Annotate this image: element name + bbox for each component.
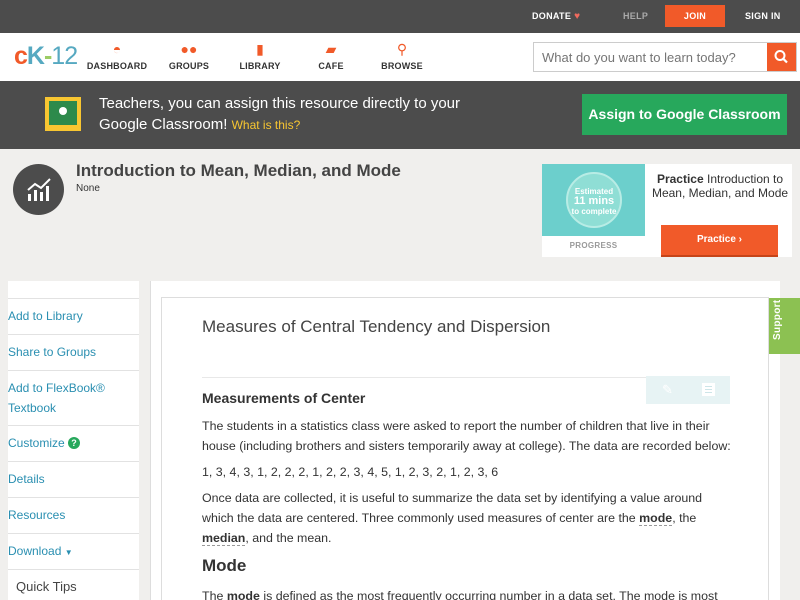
nav-groups[interactable]: ●● GROUPS xyxy=(154,41,224,71)
sidebar-divider xyxy=(8,569,139,570)
google-classroom-icon xyxy=(45,97,81,131)
chevron-right-icon: › xyxy=(738,234,743,245)
sidebar-divider xyxy=(8,461,139,462)
practice-card: Estimated 11 mins to complete PROGRESS P… xyxy=(542,164,792,257)
library-icon: ▮ xyxy=(256,41,264,57)
search-box xyxy=(533,42,797,72)
page-title: Introduction to Mean, Median, and Mode xyxy=(76,161,401,180)
sidebar-divider xyxy=(8,497,139,498)
sidebar-item-share-to-groups[interactable]: Share to Groups xyxy=(8,342,131,362)
quick-tips-heading[interactable]: Quick Tips xyxy=(16,579,77,594)
section-heading: Mode xyxy=(202,556,247,575)
sidebar-item-add-to-library[interactable]: Add to Library xyxy=(8,306,131,326)
divider xyxy=(202,377,646,378)
ck12-logo[interactable]: cK-12 xyxy=(14,42,78,71)
sidebar-divider xyxy=(8,370,139,371)
chart-trend-icon xyxy=(27,178,51,201)
content-toolbar: ✎ xyxy=(646,376,730,404)
nav-dashboard[interactable]: ◓ DASHBOARD xyxy=(82,41,152,71)
support-tab[interactable]: Support xyxy=(769,298,800,354)
practice-button[interactable]: Practice › xyxy=(661,225,778,255)
help-icon[interactable]: ? xyxy=(68,437,81,449)
nav-cafe[interactable]: ▰ CAFE xyxy=(296,41,366,71)
notes-icon[interactable] xyxy=(702,383,715,396)
search-icon xyxy=(774,50,788,64)
what-is-this-link[interactable]: What is this? xyxy=(232,118,301,132)
content-title: Measures of Central Tendency and Dispers… xyxy=(202,317,551,336)
pencil-icon[interactable]: ✎ xyxy=(662,382,673,398)
main-header: cK-12 ◓ DASHBOARD ●● GROUPS ▮ LIBRARY ▰ … xyxy=(0,33,800,81)
paragraph: Once data are collected, it is useful to… xyxy=(202,491,703,546)
nav-library[interactable]: ▮ LIBRARY xyxy=(225,41,295,71)
groups-icon: ●● xyxy=(180,41,198,57)
sidebar-divider xyxy=(8,425,139,426)
assign-to-google-classroom-button[interactable]: Assign to Google Classroom xyxy=(582,94,787,135)
paragraph: The mode is defined as the most frequent… xyxy=(202,586,722,600)
dropdown-arrow-icon: ▼ xyxy=(64,548,73,557)
sidebar-divider xyxy=(8,533,139,534)
sidebar-divider xyxy=(8,334,139,335)
sidebar-item-details[interactable]: Details xyxy=(8,469,131,489)
sidebar-item-customize[interactable]: Customize ? xyxy=(8,433,131,453)
banner-text: Teachers, you can assign this resource d… xyxy=(99,95,461,133)
top-bar: DONATE ♥ HELP JOIN SIGN IN xyxy=(0,0,800,33)
data-values: 1, 3, 4, 3, 1, 2, 2, 2, 1, 2, 2, 3, 4, 5… xyxy=(202,465,499,479)
donate-link[interactable]: DONATE ♥ xyxy=(532,0,580,33)
section-heading: Measurements of Center xyxy=(202,390,366,406)
term-mode[interactable]: mode xyxy=(226,589,260,600)
dashboard-icon: ◓ xyxy=(112,41,122,57)
sidebar-item-download[interactable]: Download ▼ xyxy=(8,541,131,563)
nav-browse[interactable]: ⚲ BROWSE xyxy=(367,41,437,71)
time-estimate-badge: Estimated 11 mins to complete xyxy=(566,172,622,228)
browse-icon: ⚲ xyxy=(396,41,408,57)
cafe-icon: ▰ xyxy=(325,41,337,57)
search-input[interactable] xyxy=(534,43,768,71)
heart-icon: ♥ xyxy=(574,11,581,22)
lesson-type-icon xyxy=(13,164,64,215)
paragraph: The students in a statistics class were … xyxy=(202,419,731,453)
practice-image: Estimated 11 mins to complete xyxy=(542,164,645,236)
search-button[interactable] xyxy=(767,43,796,71)
progress-label: PROGRESS xyxy=(569,241,618,250)
term-median[interactable]: median xyxy=(202,531,246,546)
practice-title: Practice Introduction to Mean, Median, a… xyxy=(651,172,789,200)
term-mode[interactable]: mode xyxy=(639,511,673,526)
sidebar-divider xyxy=(8,298,139,299)
join-button[interactable]: JOIN xyxy=(665,5,725,27)
sign-in-link[interactable]: SIGN IN xyxy=(745,0,781,33)
sidebar-item-resources[interactable]: Resources xyxy=(8,505,131,525)
sidebar-item-add-to-flexbook[interactable]: Add to FlexBook® Textbook xyxy=(8,378,118,418)
page-subtitle: None xyxy=(76,183,100,194)
help-link[interactable]: HELP xyxy=(623,0,648,33)
google-classroom-banner: Teachers, you can assign this resource d… xyxy=(0,81,800,149)
